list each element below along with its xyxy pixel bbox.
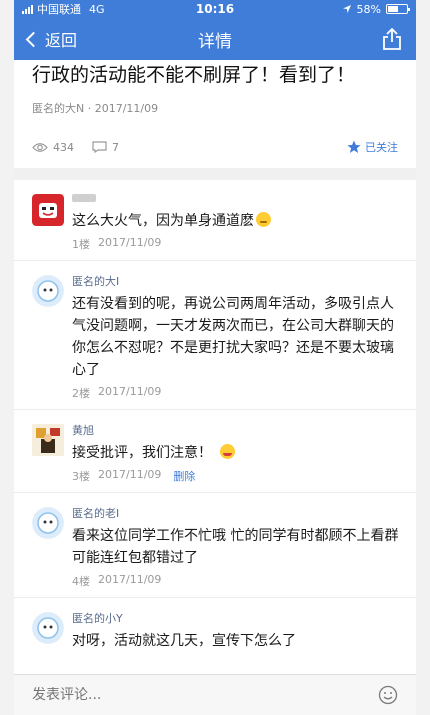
post-title: 行政的活动能不能不刷屏了！看到了！	[32, 64, 356, 86]
comment-floor: 1楼	[72, 238, 90, 251]
back-button[interactable]: 返回	[14, 27, 77, 51]
comment-text: 还有没看到的呢，再说公司两周年活动，多吸引点人气没问题啊，一天才发两次而已，在公…	[72, 296, 394, 378]
comment-date: 2017/11/09	[98, 573, 162, 586]
battery-fill	[388, 6, 398, 12]
delete-comment-link[interactable]: 删除	[173, 468, 195, 484]
screen-frame: 中国联通 4G 10:16 58% 返回 详情 行政的活动能不能不刷屏了！看到了…	[0, 0, 430, 715]
comment-date: 2017/11/09	[98, 236, 162, 249]
avatar	[32, 275, 64, 307]
signal-icon	[22, 4, 33, 14]
redacted-name	[72, 194, 96, 202]
follow-button[interactable]: 已关注	[347, 139, 398, 155]
post-content: 行政的活动能不能不刷屏了！看到了！ 匿名的大N · 2017/11/09 434…	[14, 60, 416, 674]
comment-floor: 4楼	[72, 575, 90, 588]
comment-item: 黄旭 接受批评，我们注意！ 3楼 2017/11/09 删除	[14, 410, 416, 493]
comments-count: 7	[112, 140, 119, 154]
avatar	[32, 194, 64, 226]
avatar	[32, 507, 64, 539]
comment-author: 匿名的大I	[72, 275, 120, 288]
views-count: 434	[53, 140, 74, 154]
comment-author: 匿名的老I	[72, 507, 120, 520]
comments-stat[interactable]: 7	[92, 141, 119, 154]
battery-icon	[386, 4, 410, 14]
comment-text: 看来这位同学工作不忙哦 忙的同学有时都顾不上看群 可能连红包都错过了	[72, 528, 399, 566]
post-stats: 434 7 已关注	[14, 116, 416, 156]
location-icon	[342, 5, 351, 13]
comment-meta: 4楼 2017/11/09	[72, 573, 402, 589]
eye-icon	[32, 142, 48, 152]
share-icon[interactable]	[382, 28, 402, 50]
comment-text: 对呀，活动就这几天，宣传下怎么了	[72, 633, 296, 649]
emoji-smile-icon[interactable]	[378, 685, 398, 705]
comment-icon	[92, 141, 107, 153]
battery-percent: 58%	[356, 2, 381, 16]
section-divider	[14, 168, 416, 180]
comment-meta: 2楼 2017/11/09	[72, 385, 402, 401]
comment-date: 2017/11/09	[98, 385, 162, 398]
blush-emoji-icon	[256, 212, 271, 227]
carrier-label: 中国联通	[37, 3, 81, 16]
comment-author: 匿名的小Y	[72, 612, 123, 625]
comment-item: 匿名的小Y 对呀，活动就这几天，宣传下怎么了	[14, 598, 416, 660]
app-screen: 中国联通 4G 10:16 58% 返回 详情 行政的活动能不能不刷屏了！看到了…	[14, 0, 416, 715]
grin-emoji-icon	[220, 444, 235, 459]
comment-item: 匿名的老I 看来这位同学工作不忙哦 忙的同学有时都顾不上看群 可能连红包都错过了…	[14, 493, 416, 598]
comment-input[interactable]	[32, 687, 378, 703]
comment-date: 2017/11/09	[98, 468, 162, 481]
post-author-meta: 匿名的大N · 2017/11/09	[32, 102, 159, 115]
follow-label: 已关注	[365, 141, 398, 154]
comment-item: 匿名的大I 还有没看到的呢，再说公司两周年活动，多吸引点人气没问题啊，一天才发两…	[14, 261, 416, 410]
avatar	[32, 612, 64, 644]
network-label: 4G	[89, 2, 105, 16]
comment-bar	[14, 674, 416, 715]
comment-item: 这么大火气，因为单身通道麽 1楼 2017/11/09	[14, 180, 416, 261]
star-icon	[347, 140, 361, 153]
status-bar: 中国联通 4G 10:16 58%	[14, 0, 416, 18]
comment-text: 这么大火气，因为单身通道麽	[72, 210, 402, 232]
comment-author: 黄旭	[72, 424, 94, 437]
comment-meta: 3楼 2017/11/09 删除	[72, 468, 402, 484]
avatar	[32, 424, 64, 456]
nav-bar: 返回 详情	[14, 18, 416, 60]
comment-floor: 3楼	[72, 470, 90, 483]
back-label: 返回	[45, 31, 78, 50]
comment-text: 接受批评，我们注意！	[72, 442, 402, 464]
comment-floor: 2楼	[72, 387, 90, 400]
chevron-left-icon	[25, 31, 42, 47]
views-stat: 434	[32, 141, 74, 154]
comment-author	[72, 192, 402, 206]
comment-meta: 1楼 2017/11/09	[72, 236, 402, 252]
